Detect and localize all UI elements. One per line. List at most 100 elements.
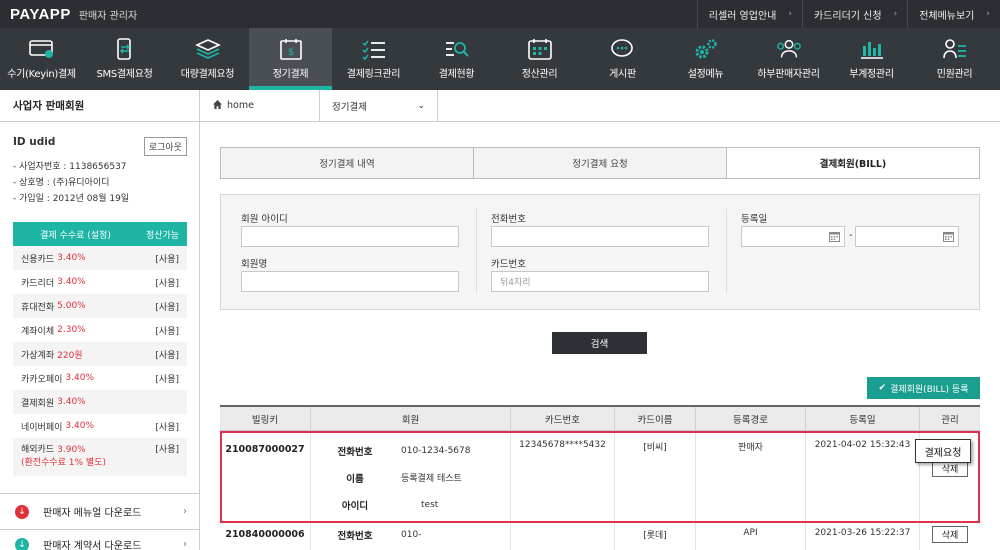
left-sidebar: 사업자 판매회원 ID udid - 사업자번호 : 1138656537 - … [0, 90, 200, 550]
header-card-no: 카드번호 [511, 407, 615, 430]
nav-item-sms[interactable]: SMS결제요청 [83, 28, 166, 90]
nav-item-bulk[interactable]: 대량결제요청 [166, 28, 249, 90]
cell-route: API [696, 523, 806, 550]
nav-item-settings[interactable]: 설정메뉴 [664, 28, 747, 90]
table-row: 210840000006 전화번호 010- [롯데] API 2021-03-2… [220, 523, 980, 550]
tab-bill-member[interactable]: 결제회원(BILL) [727, 148, 979, 178]
member-name-line: 이름 등록결제 테스트 [311, 464, 510, 491]
nav-item-settlement[interactable]: 정산관리 [498, 28, 581, 90]
header-billkey: 빌링키 [220, 407, 311, 430]
nav-item-sub-seller[interactable]: 하부판매자관리 [747, 28, 830, 90]
admin-subtitle: 판매자 관리자 [78, 10, 138, 22]
nav-label: 하부판매자관리 [757, 69, 820, 80]
reg-date-to-input[interactable] [855, 226, 959, 247]
breadcrumb-home[interactable]: home [200, 89, 320, 122]
fee-use: [사용] [155, 422, 179, 433]
cell-reg-date: 2021-04-02 15:32:43 [806, 431, 920, 522]
nav-label: 결제현황 [438, 69, 475, 80]
fee-rate: 3.40% [65, 373, 94, 383]
member-name-key: 이름 [346, 473, 364, 485]
top-link-label: 전체메뉴보기 [919, 10, 975, 22]
calendar-icon[interactable] [943, 231, 954, 242]
fee-use: [사용] [155, 278, 179, 289]
fee-row: 결제회원 3.40% [13, 390, 187, 414]
search-button[interactable]: 검색 [552, 332, 647, 354]
nav-label: 민원관리 [936, 69, 973, 80]
breadcrumb-current-select[interactable]: 정기결제 ⌄ [320, 89, 438, 122]
fee-row: 네이버페이 3.40% [사용] [13, 414, 187, 438]
fee-use: [사용] [155, 445, 179, 455]
nav-item-sub-account[interactable]: 부계정관리 [830, 28, 913, 90]
top-link-reseller[interactable]: 리셀러 영업안내 › [696, 0, 802, 28]
person-list-icon [942, 38, 968, 60]
top-link-all-menu[interactable]: 전체메뉴보기 › [907, 0, 1000, 28]
bill-member-table: 빌링키 회원 카드번호 카드이름 등록경로 등록일 관리 21008700002… [220, 405, 980, 550]
cell-member: 전화번호 010-1234-5678 이름 등록결제 테스트 아이디 test [311, 431, 511, 522]
fee-row: 신용카드 3.40% [사용] [13, 246, 187, 270]
fee-row: 해외카드 3.90% (환전수수료 1% 별도) [사용] [13, 438, 187, 476]
nav-item-recurring[interactable]: $ 정기결제 [249, 28, 332, 90]
fee-use: [사용] [155, 326, 179, 337]
fee-table-header: 결제 수수료 (설정) 정산가능 [13, 222, 187, 246]
chevron-right-icon: › [183, 539, 187, 550]
checklist-icon [361, 38, 387, 60]
fee-name: 계좌이체 [21, 326, 55, 337]
member-phone-value: 010- [401, 530, 422, 540]
register-bill-member-button[interactable]: ✔ 결제회원(BILL) 등록 [867, 377, 980, 399]
fee-header-col1: 결제 수수료 (설정) [40, 230, 111, 241]
nav-label: SMS결제요청 [96, 69, 153, 80]
users-icon [776, 38, 802, 60]
fee-use: [사용] [155, 302, 179, 313]
layers-icon [194, 38, 221, 60]
main-nav: 수기(Keyin)결제 SMS결제요청 대량결제요청 $ 정기결제 결제링크관리… [0, 28, 1000, 90]
calendar-icon[interactable] [829, 231, 840, 242]
fee-name: 신용카드 [21, 254, 55, 265]
cell-card-name: [롯데] [615, 523, 696, 550]
nav-item-complaint[interactable]: 민원관리 [913, 28, 996, 90]
calendar-money-icon: $ [278, 38, 304, 60]
nav-item-board[interactable]: 게시판 [581, 28, 664, 90]
reg-date-from-input[interactable] [741, 226, 845, 247]
fee-name: 카드리더 [21, 278, 55, 289]
breadcrumb-home-label: home [227, 100, 254, 111]
nav-item-status[interactable]: 결제현황 [415, 28, 498, 90]
delete-button[interactable]: 삭제 [931, 526, 969, 543]
fee-name: 휴대전화 [21, 302, 55, 313]
user-info: ID udid - 사업자번호 : 1138656537 - 상호명 : (주)… [0, 122, 199, 207]
payapp-logo[interactable]: PAYAPP [10, 6, 71, 23]
tab-recurring-request[interactable]: 정기결제 요청 [474, 148, 727, 178]
fee-row: 가상계좌 220원 [사용] [13, 342, 187, 366]
cell-billkey: 210087000027 [220, 431, 311, 522]
download-label: 판매자 계약서 다운로드 [43, 541, 142, 550]
card-no-input[interactable]: 뒤4자리 [491, 271, 709, 292]
tab-bar: 정기결제 내역 정기결제 요청 결제회원(BILL) [220, 147, 980, 179]
cell-route: 판매자 [696, 431, 806, 522]
top-links: 리셀러 영업안내 › 카드리더기 신청 › 전체메뉴보기 › [696, 0, 1000, 28]
tab-recurring-history[interactable]: 정기결제 내역 [221, 148, 474, 178]
member-name-input[interactable] [241, 271, 459, 292]
download-manual-link[interactable]: ↓ 판매자 메뉴얼 다운로드 › [0, 493, 199, 529]
logout-button[interactable]: 로그아웃 [143, 137, 187, 156]
gears-icon [693, 38, 719, 60]
header-member: 회원 [311, 407, 511, 430]
phone-input[interactable] [491, 226, 709, 247]
join-date: - 가입일 : 2012년 08월 19일 [13, 194, 130, 204]
download-contract-link[interactable]: ↓ 판매자 계약서 다운로드 › [0, 529, 199, 550]
fee-header-col2: 정산가능 [145, 230, 180, 241]
phone-transfer-icon [112, 38, 138, 60]
fee-rate: 3.40% [65, 421, 94, 431]
chevron-right-icon: › [986, 9, 990, 19]
fee-rate: 2.30% [57, 325, 86, 335]
payment-request-tooltip[interactable]: 결제요청 [915, 439, 971, 463]
nav-item-keyin[interactable]: 수기(Keyin)결제 [0, 28, 83, 90]
fee-name: 해외카드 [21, 445, 55, 455]
top-link-card-reader[interactable]: 카드리더기 신청 › [801, 0, 907, 28]
member-id-input[interactable] [241, 226, 459, 247]
sidebar-title: 사업자 판매회원 [0, 90, 199, 122]
cell-card-name: [비씨] [615, 431, 696, 522]
member-id-value: test [421, 499, 439, 510]
fee-row: 카카오페이 3.40% [사용] [13, 366, 187, 390]
calendar-grid-icon [527, 38, 553, 60]
business-number: - 사업자번호 : 1138656537 [13, 162, 127, 172]
nav-item-paylink[interactable]: 결제링크관리 [332, 28, 415, 90]
